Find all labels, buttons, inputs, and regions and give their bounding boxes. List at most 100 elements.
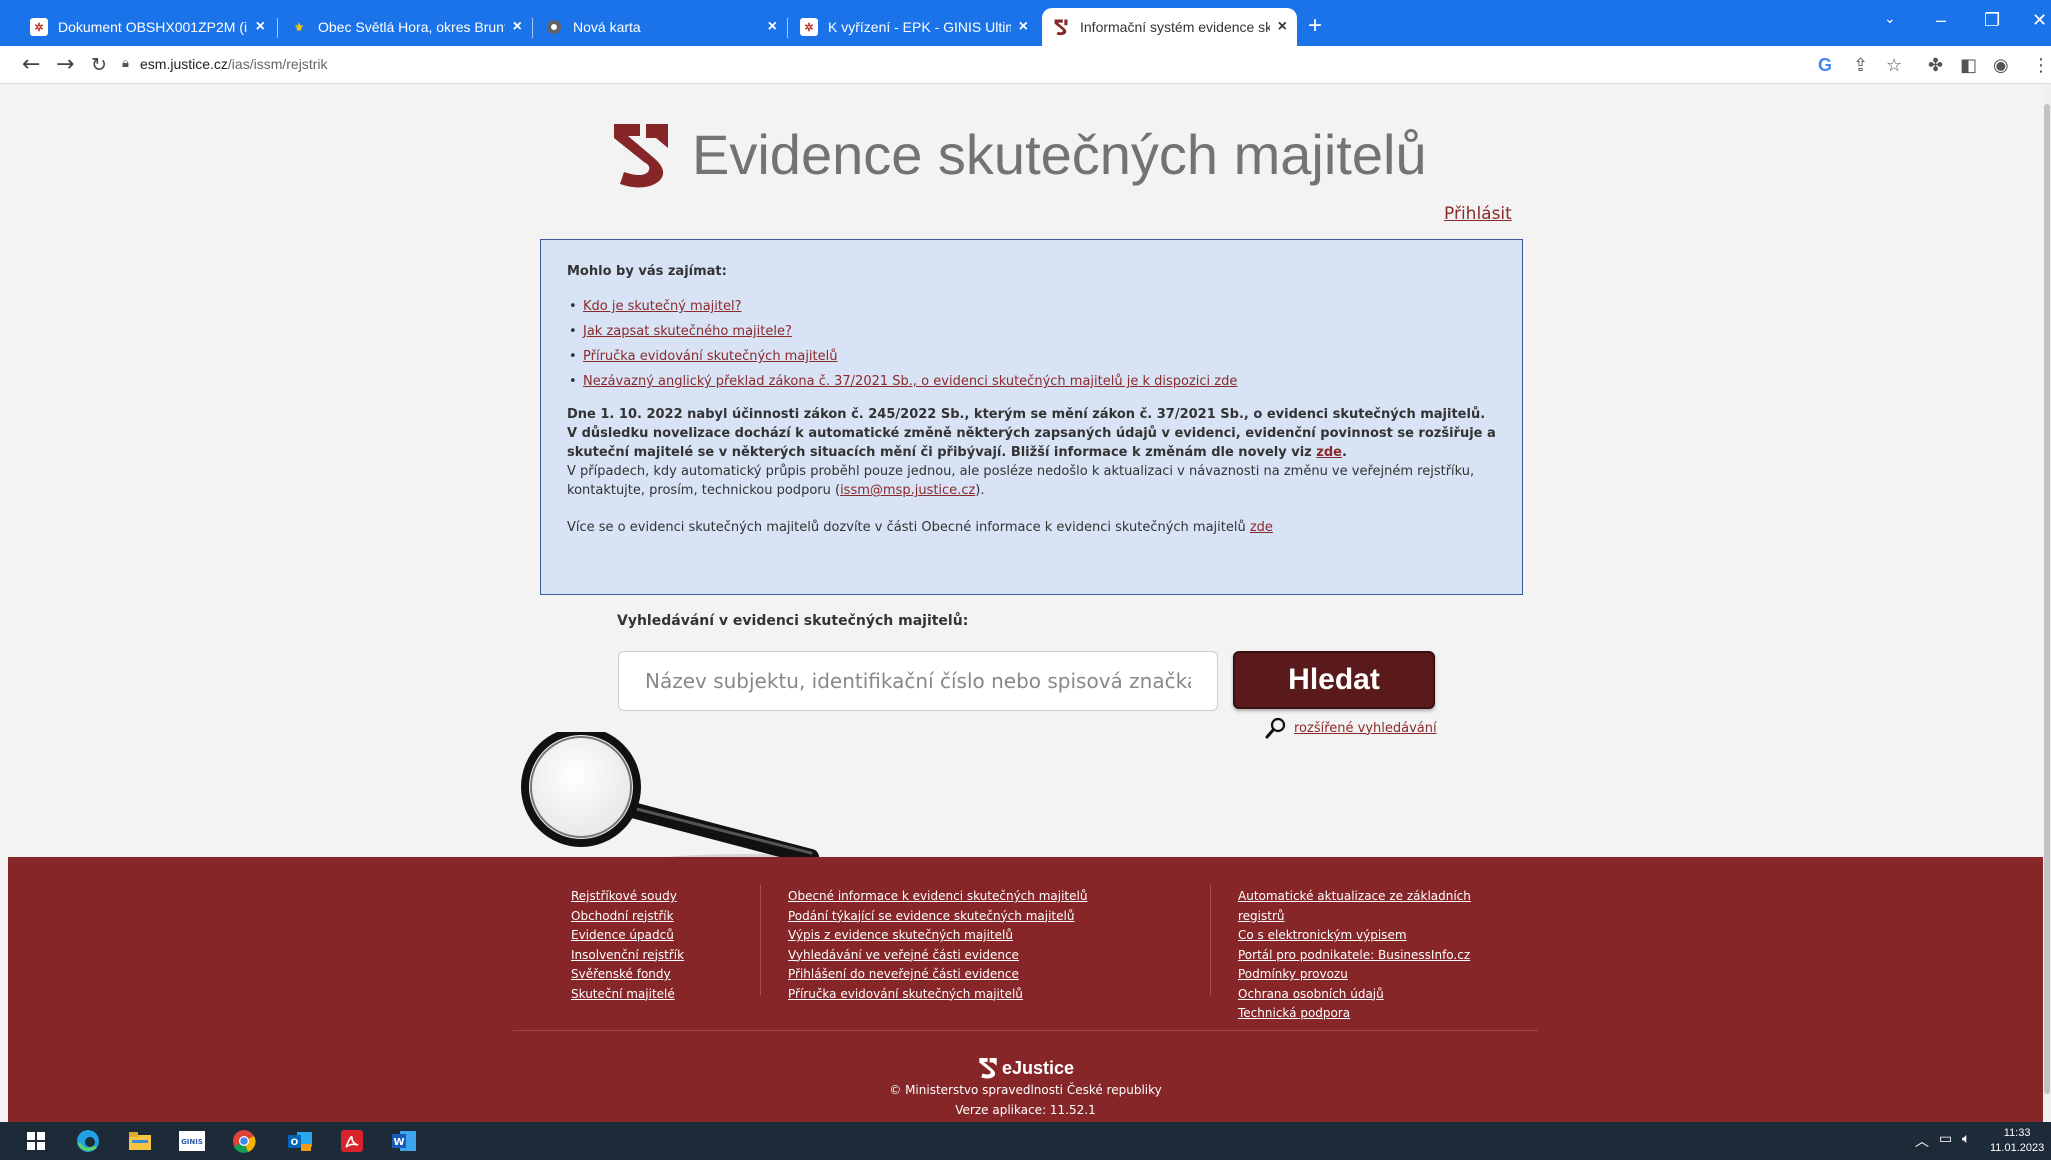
footer-column-registers: Rejstříkové soudy Obchodní rejstřík Evid… <box>571 887 684 1004</box>
ejustice-logo-icon <box>979 1058 997 1079</box>
magnifying-glass-illustration-icon <box>521 732 831 862</box>
ejustice-logo[interactable]: eJustice <box>978 1057 1074 1079</box>
address-bar[interactable]: esm.justice.cz/ias/issm/rejstrik <box>140 56 327 72</box>
footer-link[interactable]: Evidence úpadců <box>571 926 684 946</box>
list-item: Příručka evidování skutečných majitelů <box>567 347 1496 366</box>
info-link-handbook[interactable]: Příručka evidování skutečných majitelů <box>583 349 837 364</box>
back-icon[interactable]: ← <box>22 52 40 77</box>
footer-link[interactable]: Obecné informace k evidenci skutečných m… <box>788 887 1087 907</box>
info-link-who-is-owner[interactable]: Kdo je skutečný majitel? <box>583 299 742 314</box>
copyright: © Ministerstvo spravedlnosti České repub… <box>889 1083 1162 1097</box>
profile-icon[interactable]: ◉ <box>1993 55 2009 76</box>
volume-icon[interactable]: 🔈︎ <box>1962 1131 1970 1147</box>
system-clock[interactable]: 11:33 11.01.2023 <box>1990 1126 2044 1156</box>
support-email-link[interactable]: issm@msp.justice.cz <box>840 483 975 498</box>
footer-link[interactable]: Automatické aktualizace ze základních re… <box>1238 887 1488 926</box>
close-tab-icon[interactable]: × <box>256 18 265 36</box>
forward-icon[interactable]: → <box>56 52 74 77</box>
list-item: Nezávazný anglický překlad zákona č. 37/… <box>567 372 1496 391</box>
extensions-icon[interactable]: ✤ <box>1928 55 1943 76</box>
footer: Rejstříkové soudy Obchodní rejstřík Evid… <box>8 857 2043 1122</box>
footer-link[interactable]: Technická podpora <box>1238 1004 1488 1024</box>
network-icon[interactable]: ▭ <box>1939 1131 1952 1147</box>
svg-text:W: W <box>393 1137 404 1148</box>
page-content: Evidence skutečných majitelů Přihlásit M… <box>8 84 2043 1122</box>
close-tab-icon[interactable]: × <box>513 18 522 36</box>
page-title: Evidence skutečných majitelů <box>692 123 1427 186</box>
footer-column-owners: Obecné informace k evidenci skutečných m… <box>788 887 1087 1004</box>
word-icon[interactable]: W <box>390 1128 418 1154</box>
close-window-icon[interactable]: ✕ <box>2032 10 2047 31</box>
outlook-icon[interactable]: O <box>286 1128 314 1154</box>
search-label: Vyhledávání v evidenci skutečných majite… <box>617 613 969 629</box>
footer-link[interactable]: Ochrana osobních údajů <box>1238 985 1488 1005</box>
amendment-info-link[interactable]: zde <box>1316 445 1342 460</box>
info-links-list: Kdo je skutečný majitel? Jak zapsat skut… <box>567 297 1496 391</box>
share-icon[interactable]: ⇪ <box>1853 55 1868 76</box>
footer-link[interactable]: Insolvenční rejstřík <box>571 946 684 966</box>
close-tab-icon[interactable]: × <box>1278 18 1287 36</box>
restore-icon[interactable]: ❐ <box>1984 10 2000 31</box>
windows-taskbar: GINIS O W ︿ ▭ 🔈︎ 11:33 11.01.2023 <box>0 1122 2051 1160</box>
magnifier-icon <box>1265 717 1286 739</box>
footer-link[interactable]: Co s elektronickým výpisem <box>1238 926 1488 946</box>
browser-tab-3[interactable]: Nová karta × <box>535 8 787 46</box>
browser-tab-2[interactable]: ⚜ Obec Světlá Hora, okres Bruntál × <box>280 8 532 46</box>
footer-link[interactable]: Podmínky provozu <box>1238 965 1488 985</box>
info-link-english-translation[interactable]: Nezávazný anglický překlad zákona č. 37/… <box>583 374 1237 389</box>
tab-search-icon[interactable]: ⌄ <box>1884 10 1896 27</box>
windows-start-icon[interactable] <box>22 1128 50 1154</box>
browser-tab-4[interactable]: ✲ K vyřízení - EPK - GINIS Ultimate × <box>790 8 1038 46</box>
file-explorer-icon[interactable] <box>126 1128 154 1154</box>
chrome-icon <box>545 18 563 36</box>
close-tab-icon[interactable]: × <box>768 18 777 36</box>
footer-link[interactable]: Podání týkající se evidence skutečných m… <box>788 907 1087 927</box>
ginis-icon: ✲ <box>800 18 818 36</box>
footer-link[interactable]: Skuteční majitelé <box>571 985 684 1005</box>
login-link[interactable]: Přihlásit <box>1444 204 1512 224</box>
general-info-link[interactable]: zde <box>1250 520 1273 535</box>
info-link-how-to-register[interactable]: Jak zapsat skutečného majitele? <box>583 324 792 339</box>
search-input[interactable] <box>618 651 1218 711</box>
browser-tab-5-active[interactable]: Informační systém evidence skut × <box>1042 8 1297 46</box>
browser-toolbar: ← → ↻ 🔒︎ esm.justice.cz/ias/issm/rejstri… <box>0 46 2051 84</box>
app-version: Verze aplikace: 11.52.1 <box>955 1103 1096 1117</box>
search-button[interactable]: Hledat <box>1233 651 1435 709</box>
lock-icon: 🔒︎ <box>122 56 129 71</box>
chrome-app-icon[interactable] <box>230 1128 258 1154</box>
more-info-text: Více se o evidenci skutečných majitelů d… <box>567 520 1273 535</box>
municipality-icon: ⚜ <box>290 18 308 36</box>
advanced-search-link[interactable]: rozšířené vyhledávání <box>1264 716 1437 740</box>
browser-tab-bar: ✲ Dokument OBSHX001ZP2M (inic × ⚜ Obec S… <box>0 0 2051 46</box>
justice-icon <box>1052 18 1070 36</box>
new-tab-button[interactable]: + <box>1308 12 1322 40</box>
justice-logo-icon <box>614 124 668 188</box>
ginis-app-icon[interactable]: GINIS <box>178 1128 206 1154</box>
tray-chevron-icon[interactable]: ︿ <box>1915 1131 1929 1151</box>
edge-icon[interactable] <box>74 1128 102 1154</box>
minimize-icon[interactable]: – <box>1936 10 1946 31</box>
footer-link[interactable]: Příručka evidování skutečných majitelů <box>788 985 1087 1005</box>
page-scrollbar[interactable] <box>2043 84 2051 1122</box>
amendment-notice: Dne 1. 10. 2022 nabyl účinnosti zákon č.… <box>567 407 1496 498</box>
footer-link[interactable]: Přihlášení do neveřejné části evidence <box>788 965 1087 985</box>
footer-link[interactable]: Výpis z evidence skutečných majitelů <box>788 926 1087 946</box>
reload-icon[interactable]: ↻ <box>91 54 107 76</box>
footer-link[interactable]: Portál pro podnikatele: BusinessInfo.cz <box>1238 946 1488 966</box>
footer-link[interactable]: Vyhledávání ve veřejné části evidence <box>788 946 1087 966</box>
info-heading: Mohlo by vás zajímat: <box>567 264 727 279</box>
info-box: Mohlo by vás zajímat: Kdo je skutečný ma… <box>540 239 1523 595</box>
close-tab-icon[interactable]: × <box>1019 18 1028 36</box>
google-icon[interactable]: G <box>1818 55 1832 76</box>
footer-link[interactable]: Svěřenské fondy <box>571 965 684 985</box>
footer-link[interactable]: Obchodní rejstřík <box>571 907 684 927</box>
menu-icon[interactable]: ⋮ <box>2032 55 2050 76</box>
bookmark-star-icon[interactable]: ☆ <box>1886 55 1902 76</box>
side-panel-icon[interactable]: ◧ <box>1960 55 1977 76</box>
ginis-icon: ✲ <box>30 18 48 36</box>
footer-link[interactable]: Rejstříkové soudy <box>571 887 684 907</box>
svg-text:O: O <box>291 1138 299 1148</box>
acrobat-icon[interactable] <box>338 1128 366 1154</box>
browser-tab-1[interactable]: ✲ Dokument OBSHX001ZP2M (inic × <box>20 8 275 46</box>
svg-text:GINIS: GINIS <box>181 1138 203 1146</box>
